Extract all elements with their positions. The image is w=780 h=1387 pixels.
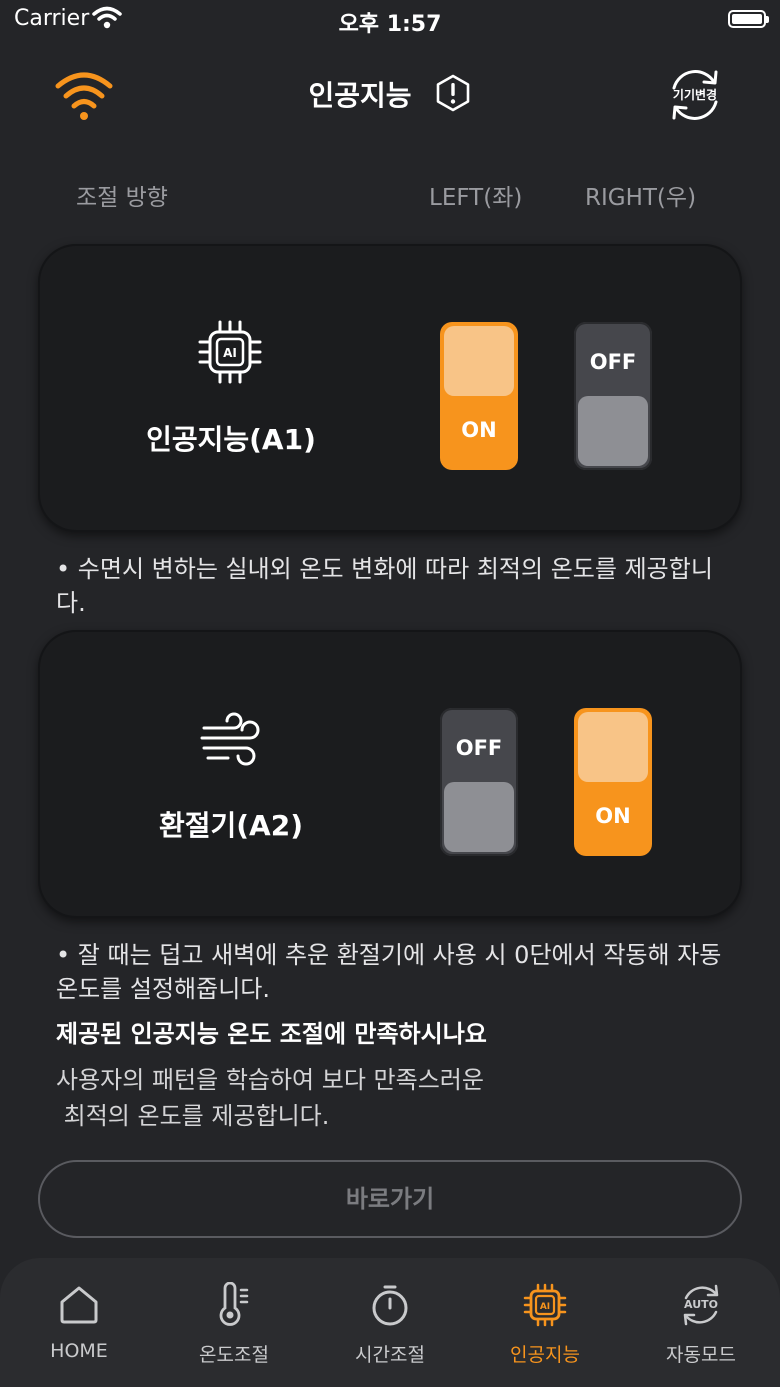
- status-bar: Carrier 오후 1:57: [0, 0, 780, 40]
- season-mode-name: 환절기(A2): [158, 809, 304, 842]
- page-title: 인공지능: [308, 79, 412, 112]
- toggle-label: OFF: [455, 736, 503, 760]
- auto-icon-label: AUTO: [684, 1298, 718, 1311]
- auto-icon: AUTO: [683, 1284, 719, 1326]
- satisfaction-subtext: 사용자의 패턴을 학습하여 보다 만족스러운 최적의 온도를 제공합니다.: [56, 1066, 484, 1130]
- nav-ai-chip-label: AI: [540, 1302, 550, 1312]
- toggle-knob: [444, 782, 514, 852]
- toggle-knob: [444, 326, 514, 396]
- season-mode-description: • 잘 때는 덥고 새벽에 추운 환절기에 사용 시 0단에서 작동해 자동 온…: [56, 941, 722, 1003]
- battery-icon: [728, 10, 769, 28]
- nav-label: 자동모드: [666, 1344, 736, 1366]
- device-change-icon[interactable]: 기기변경: [664, 64, 726, 126]
- go-button[interactable]: 바로가기: [38, 1160, 742, 1238]
- ai-mode-card: AI 인공지능(A1) ON OFF: [38, 244, 742, 532]
- bottom-nav: HOME 온도조절 시간조절 AI 인공지능 AUTO 자동모드: [0, 1258, 780, 1387]
- ai-mode-description: • 수면시 변하는 실내외 온도 변화에 따라 최적의 온도를 제공합니다.: [56, 555, 713, 617]
- direction-right-label: RIGHT(우): [585, 185, 697, 211]
- ai-left-toggle[interactable]: ON: [440, 322, 518, 470]
- nav-ai[interactable]: AI 인공지능: [480, 1282, 610, 1382]
- header: 인공지능 기기변경: [0, 60, 780, 130]
- satisfaction-question: 제공된 인공지능 온도 조절에 만족하시나요: [56, 1020, 487, 1048]
- timer-icon: [372, 1285, 408, 1326]
- nav-label: 인공지능: [510, 1344, 580, 1366]
- nav-auto[interactable]: AUTO 자동모드: [636, 1282, 766, 1382]
- toggle-knob: [578, 712, 648, 782]
- direction-row: 조절 방향 LEFT(좌) RIGHT(우): [0, 178, 780, 218]
- nav-temperature[interactable]: 온도조절: [169, 1282, 299, 1382]
- nav-label: 온도조절: [199, 1344, 269, 1366]
- device-change-label: 기기변경: [673, 87, 717, 102]
- ai-chip-icon: AI: [198, 320, 262, 384]
- toggle-label: ON: [461, 418, 497, 442]
- toggle-label: ON: [595, 804, 631, 828]
- home-icon: [60, 1286, 98, 1324]
- ai-chip-icon: AI: [523, 1283, 567, 1327]
- toggle-label: OFF: [589, 350, 637, 374]
- ai-mode-name: 인공지능(A1): [146, 423, 316, 456]
- nav-home[interactable]: HOME: [14, 1282, 144, 1382]
- nav-label: HOME: [50, 1340, 108, 1362]
- wind-icon: [200, 712, 260, 766]
- ai-chip-label: AI: [223, 346, 237, 360]
- season-mode-card: 환절기(A2) OFF ON: [38, 630, 742, 918]
- season-left-toggle[interactable]: OFF: [440, 708, 518, 856]
- season-right-toggle[interactable]: ON: [574, 708, 652, 856]
- nav-label: 시간조절: [355, 1344, 425, 1366]
- ai-right-toggle[interactable]: OFF: [574, 322, 652, 470]
- toggle-knob: [578, 396, 648, 466]
- info-icon[interactable]: [434, 74, 472, 112]
- clock: 오후 1:57: [338, 12, 442, 37]
- nav-timer[interactable]: 시간조절: [325, 1282, 455, 1382]
- direction-label: 조절 방향: [76, 185, 168, 211]
- direction-left-label: LEFT(좌): [429, 185, 523, 211]
- thermometer-icon: [219, 1282, 249, 1326]
